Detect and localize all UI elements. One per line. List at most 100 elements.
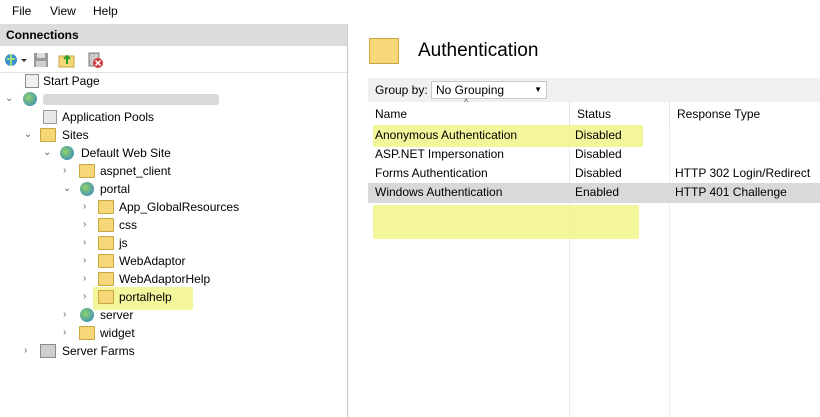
- menu-file[interactable]: File: [12, 4, 31, 18]
- table-row[interactable]: ASP.NET Impersonation Disabled: [368, 145, 820, 164]
- page-title: Authentication: [418, 40, 539, 61]
- chevron-right-icon[interactable]: ›: [83, 234, 93, 252]
- main-pane: Authentication Group by: No Grouping ▼ N…: [355, 24, 820, 417]
- column-header-status[interactable]: Status: [570, 102, 670, 126]
- sites-folder-icon: [40, 128, 56, 142]
- tree-node-sites[interactable]: ⌄ Sites: [0, 126, 300, 144]
- up-folder-icon[interactable]: [58, 51, 76, 69]
- tree-label: server: [100, 308, 134, 322]
- table-row[interactable]: Anonymous Authentication Disabled: [368, 126, 820, 145]
- tree-label: WebAdaptorHelp: [119, 272, 211, 286]
- tree-node-js[interactable]: › js: [0, 234, 300, 252]
- tree-label: css: [119, 218, 137, 232]
- row-status: Disabled: [575, 128, 622, 142]
- folder-icon: [98, 272, 114, 286]
- web-site-globe-icon: [60, 146, 74, 160]
- folder-icon: [79, 164, 95, 178]
- tree-node-server-farms[interactable]: › Server Farms: [0, 342, 300, 360]
- row-name: Windows Authentication: [375, 185, 503, 199]
- tree-node-portalhelp[interactable]: › portalhelp: [0, 288, 300, 306]
- server-name-redacted: [43, 94, 219, 105]
- tree-label: portalhelp: [119, 290, 172, 304]
- sort-asc-icon: ^: [464, 97, 469, 107]
- connections-toolbar: [0, 48, 347, 73]
- chevron-down-icon[interactable]: ⌄: [24, 126, 34, 144]
- tree-node-widget[interactable]: › widget: [0, 324, 300, 342]
- tree-label: Application Pools: [62, 110, 155, 124]
- chevron-down-icon[interactable]: ⌄: [5, 90, 15, 108]
- group-by-select[interactable]: No Grouping ▼: [431, 81, 547, 99]
- tree-node-webadaptor[interactable]: › WebAdaptor: [0, 252, 300, 270]
- row-name: Anonymous Authentication: [375, 128, 518, 142]
- row-status: Disabled: [575, 166, 622, 180]
- group-by-bar: Group by: No Grouping ▼: [368, 78, 820, 102]
- group-by-value: No Grouping: [436, 83, 505, 97]
- tree-node-application-pools[interactable]: Application Pools: [0, 108, 300, 126]
- row-name: ASP.NET Impersonation: [375, 147, 504, 161]
- chevron-right-icon[interactable]: ›: [83, 288, 93, 306]
- authentication-feature-icon: [369, 38, 399, 64]
- tree-label: Sites: [62, 128, 89, 142]
- column-header-name[interactable]: Name: [368, 102, 570, 126]
- folder-icon: [79, 326, 95, 340]
- folder-shortcut-icon: [98, 290, 114, 304]
- chevron-down-icon[interactable]: ⌄: [43, 144, 53, 162]
- folder-icon: [98, 236, 114, 250]
- row-name: Forms Authentication: [375, 166, 488, 180]
- authentication-grid: Name ^ Status Response Type Anonymous Au…: [368, 97, 820, 417]
- column-header-response-type[interactable]: Response Type: [670, 102, 820, 126]
- connect-globe-icon[interactable]: [3, 51, 21, 69]
- windows-highlight: [373, 205, 639, 239]
- tree-label: portal: [100, 182, 131, 196]
- tree-node-server-app[interactable]: › server: [0, 306, 300, 324]
- tree-node-server[interactable]: ⌄: [0, 90, 340, 108]
- tree-label: WebAdaptor: [119, 254, 186, 268]
- menu-help[interactable]: Help: [93, 4, 118, 18]
- tree-label: aspnet_client: [100, 164, 171, 178]
- menu-bar: File View Help: [0, 0, 820, 22]
- column-header-label: Status: [577, 107, 612, 121]
- column-header-label: Response Type: [677, 107, 761, 121]
- connections-header: Connections: [0, 24, 347, 46]
- table-row[interactable]: Forms Authentication Disabled HTTP 302 L…: [368, 164, 820, 183]
- application-icon: [80, 182, 94, 196]
- chevron-right-icon[interactable]: ›: [63, 306, 73, 324]
- dropdown-arrow-icon[interactable]: [20, 51, 28, 69]
- tree-label: js: [119, 236, 128, 250]
- tree-node-webadaptorhelp[interactable]: › WebAdaptorHelp: [0, 270, 300, 288]
- save-icon[interactable]: [32, 51, 50, 69]
- tree-node-default-web-site[interactable]: ⌄ Default Web Site: [0, 144, 300, 162]
- tree-node-app-globalresources[interactable]: › App_GlobalResources: [0, 198, 300, 216]
- tree-node-css[interactable]: › css: [0, 216, 300, 234]
- chevron-right-icon[interactable]: ›: [63, 324, 73, 342]
- chevron-down-icon: ▼: [534, 85, 542, 94]
- column-header-label: Name: [375, 107, 408, 121]
- folder-icon: [98, 200, 114, 214]
- tree-node-portal[interactable]: ⌄ portal: [0, 180, 300, 198]
- row-response-type: HTTP 302 Login/Redirect: [675, 166, 811, 180]
- tree-label: Start Page: [43, 74, 100, 88]
- folder-icon: [98, 254, 114, 268]
- group-by-label: Group by:: [375, 83, 428, 97]
- tree-node-aspnet-client[interactable]: › aspnet_client: [0, 162, 300, 180]
- chevron-right-icon[interactable]: ›: [83, 216, 93, 234]
- chevron-right-icon[interactable]: ›: [24, 342, 34, 360]
- tree-label: Server Farms: [62, 344, 135, 358]
- chevron-right-icon[interactable]: ›: [83, 252, 93, 270]
- tree-node-start-page[interactable]: Start Page: [0, 72, 300, 90]
- server-farms-icon: [40, 344, 56, 358]
- server-icon: [23, 92, 37, 106]
- disconnect-icon[interactable]: [86, 51, 104, 69]
- chevron-right-icon[interactable]: ›: [83, 270, 93, 288]
- start-page-icon: [25, 74, 39, 88]
- chevron-down-icon[interactable]: ⌄: [63, 180, 73, 198]
- row-response-type: HTTP 401 Challenge: [675, 185, 787, 199]
- chevron-right-icon[interactable]: ›: [63, 162, 73, 180]
- menu-view[interactable]: View: [50, 4, 76, 18]
- tree-label: App_GlobalResources: [119, 200, 240, 214]
- tree-label: Default Web Site: [81, 146, 171, 160]
- chevron-right-icon[interactable]: ›: [83, 198, 93, 216]
- connections-pane: Connections Start Page ⌄ Application Poo…: [0, 24, 348, 417]
- table-row-selected[interactable]: Windows Authentication Enabled HTTP 401 …: [368, 183, 820, 203]
- row-status: Enabled: [575, 185, 620, 199]
